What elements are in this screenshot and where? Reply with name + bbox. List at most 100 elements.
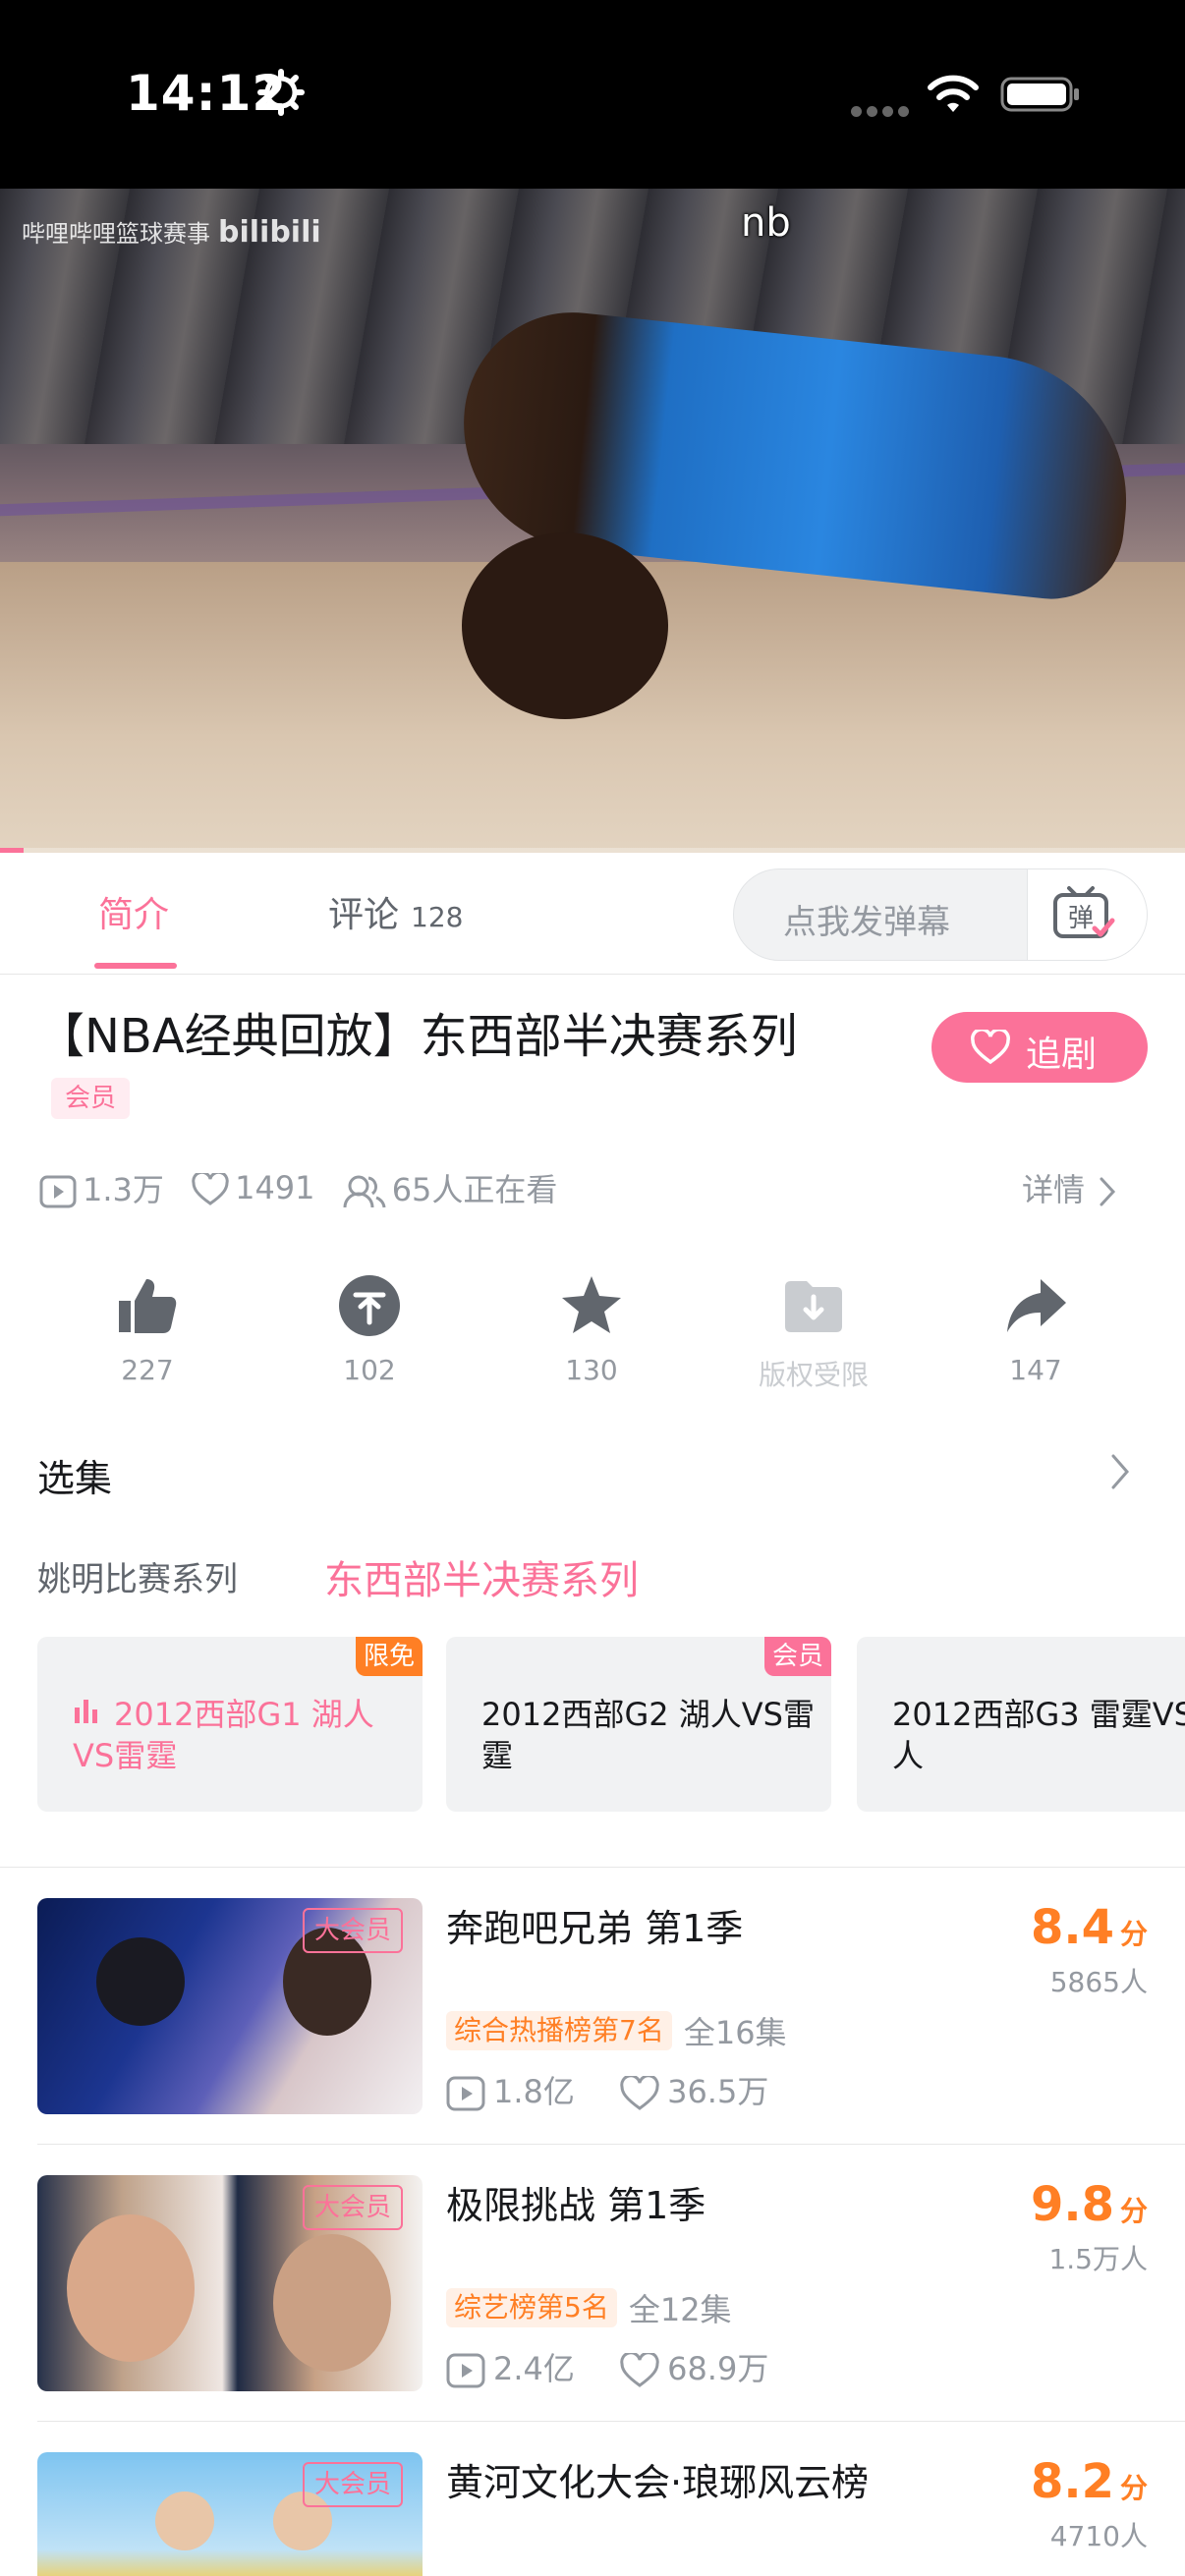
coin-button[interactable]: 102 bbox=[271, 1273, 468, 1386]
thumb-up-icon bbox=[119, 1279, 177, 1333]
like-button[interactable]: 227 bbox=[49, 1273, 246, 1386]
rating-score: 8.2 分 bbox=[1030, 2454, 1148, 2509]
video-title: 【NBA经典回放】东西部半决赛系列会员 bbox=[37, 1004, 843, 1134]
like-count: 68.9万 bbox=[620, 2344, 768, 2389]
vip-badge: 大会员 bbox=[302, 2185, 403, 2230]
follow-series-label: 追剧 bbox=[1026, 1035, 1098, 1075]
rank-row: 综艺榜第5名 全12集 bbox=[446, 2285, 732, 2330]
bilibili-logo: bilibili bbox=[218, 215, 321, 250]
chevron-right-icon bbox=[1100, 1177, 1116, 1206]
chevron-right-icon[interactable] bbox=[1110, 1452, 1130, 1491]
tab-active-indicator bbox=[94, 963, 177, 969]
follow-series-button[interactable]: 追剧 bbox=[931, 1012, 1148, 1083]
episode-label: 2012西部G2 湖人VS雷霆 bbox=[481, 1696, 815, 1774]
heart-outline-icon bbox=[620, 2351, 659, 2387]
download-icon bbox=[785, 1281, 842, 1332]
status-bar: 14:12 bbox=[0, 0, 1185, 189]
recommendation-thumbnail: 大会员 bbox=[37, 2452, 423, 2576]
details-link[interactable]: 详情 bbox=[1022, 1165, 1116, 1210]
view-count: 1.3万 bbox=[39, 1165, 164, 1210]
video-stats: 1.3万 1491 65人正在看 bbox=[39, 1165, 575, 1210]
gear-icon bbox=[257, 69, 305, 116]
danmaku-comment: nb bbox=[741, 200, 791, 246]
episode-label: 2012西部G1 湖人VS雷霆 bbox=[73, 1696, 374, 1774]
recommendation-meta: 1.8亿 36.5万 bbox=[446, 2067, 804, 2112]
battery-icon bbox=[1000, 77, 1079, 112]
vip-badge: 会员 bbox=[763, 1637, 831, 1676]
view-count: 1.8亿 bbox=[446, 2067, 575, 2112]
video-player[interactable]: 哔哩哔哩篮球赛事 bilibili nb bbox=[0, 189, 1185, 853]
share-icon bbox=[1007, 1279, 1066, 1332]
episode-count: 全12集 bbox=[628, 2291, 732, 2328]
thumbnail-figure bbox=[67, 2214, 195, 2362]
recommendation-thumbnail: 大会员 bbox=[37, 2175, 423, 2391]
list-divider bbox=[37, 2144, 1185, 2145]
thumbnail-figure bbox=[96, 1937, 185, 2026]
rating-count: 1.5万人 bbox=[1048, 2243, 1148, 2275]
cellular-icon bbox=[851, 102, 914, 121]
heart-outline-icon bbox=[192, 1170, 229, 1205]
star-icon bbox=[562, 1276, 621, 1333]
list-divider bbox=[37, 2421, 1185, 2422]
like-count: 36.5万 bbox=[620, 2067, 768, 2112]
vip-badge: 大会员 bbox=[302, 2462, 403, 2507]
vip-badge: 大会员 bbox=[302, 1908, 403, 1953]
rank-row: 综合热播榜第7名 全16集 bbox=[446, 2008, 787, 2053]
rank-tag: 综合热播榜第7名 bbox=[446, 2011, 672, 2050]
danmaku-input-placeholder: 点我发弹幕 bbox=[783, 903, 950, 942]
wifi-icon bbox=[928, 75, 979, 112]
tab-comments-count: 128 bbox=[411, 901, 464, 933]
play-count-icon bbox=[39, 1175, 77, 1208]
season-tab-yao-ming[interactable]: 姚明比赛系列 bbox=[37, 1552, 238, 1600]
episode-list: 限免 2012西部G1 湖人VS雷霆 会员 2012西部G2 湖人VS雷霆 会员… bbox=[37, 1637, 1185, 1812]
download-button[interactable]: 版权受限 bbox=[715, 1273, 912, 1393]
episode-card[interactable]: 会员 2012西部G2 湖人VS雷霆 bbox=[446, 1637, 831, 1812]
play-count-icon bbox=[446, 2076, 485, 2111]
tab-comments[interactable]: 评论 128 bbox=[328, 886, 463, 937]
episode-label: 2012西部G3 雷霆VS湖人 bbox=[892, 1696, 1185, 1774]
thumbnail-figure bbox=[155, 2492, 214, 2550]
episode-card[interactable]: 会员 2012西部G3 雷霆VS湖人 bbox=[857, 1637, 1185, 1812]
recommendation-item[interactable]: 大会员 黄河文化大会·琅琊风云榜 8.2 分 4710人 bbox=[37, 2452, 1148, 2576]
recommendation-item[interactable]: 大会员 奔跑吧兄弟 第1季 8.4 分 5865人 综合热播榜第7名 全16集 1.… bbox=[37, 1898, 1148, 2116]
like-count: 1491 bbox=[192, 1169, 315, 1206]
rank-tag: 综艺榜第5名 bbox=[446, 2288, 617, 2327]
free-badge: 限免 bbox=[355, 1637, 423, 1676]
rating-count: 5865人 bbox=[1049, 1966, 1148, 1998]
danmaku-icon: 弹 bbox=[1053, 886, 1115, 938]
tab-intro[interactable]: 简介 bbox=[98, 886, 169, 937]
danmaku-input[interactable]: 点我发弹幕 弹 bbox=[733, 868, 1148, 961]
recommendation-item[interactable]: 大会员 极限挑战 第1季 9.8 分 1.5万人 综艺榜第5名 全12集 2.4亿 … bbox=[37, 2175, 1148, 2393]
episode-card[interactable]: 限免 2012西部G1 湖人VS雷霆 bbox=[37, 1637, 423, 1812]
rating-score: 8.4 分 bbox=[1030, 1900, 1148, 1955]
section-divider bbox=[0, 1867, 1185, 1868]
video-title-text: 【NBA经典回放】东西部半决赛系列 bbox=[37, 1009, 798, 1064]
episodes-title: 选集 bbox=[37, 1457, 113, 1500]
recommendation-title: 奔跑吧兄弟 第1季 bbox=[446, 1907, 744, 1950]
recommendation-thumbnail: 大会员 bbox=[37, 1898, 423, 2114]
coin-icon bbox=[339, 1275, 400, 1336]
people-icon bbox=[343, 1175, 386, 1208]
playing-bars-icon bbox=[75, 1700, 97, 1723]
recommendation-title: 黄河文化大会·琅琊风云榜 bbox=[446, 2461, 870, 2504]
watching-count: 65人正在看 bbox=[343, 1165, 557, 1210]
favorite-button[interactable]: 130 bbox=[493, 1273, 690, 1386]
thumbnail-figure bbox=[273, 2234, 391, 2372]
episode-count: 全16集 bbox=[683, 2014, 787, 2051]
season-tab-semifinals[interactable]: 东西部半决赛系列 bbox=[324, 1548, 639, 1605]
recommendation-title: 极限挑战 第1季 bbox=[446, 2184, 706, 2227]
action-bar: 227 102 130 版权受限 147 bbox=[0, 1273, 1185, 1401]
vip-tag: 会员 bbox=[51, 1078, 131, 1119]
rating-score: 9.8 分 bbox=[1030, 2177, 1148, 2232]
heart-icon bbox=[971, 1030, 1010, 1065]
view-count: 2.4亿 bbox=[446, 2344, 575, 2389]
video-watermark: 哔哩哔哩篮球赛事 bilibili bbox=[22, 214, 321, 250]
play-count-icon bbox=[446, 2353, 485, 2388]
heart-outline-icon bbox=[620, 2074, 659, 2110]
share-button[interactable]: 147 bbox=[937, 1273, 1134, 1386]
danmaku-toggle-button[interactable]: 弹 bbox=[1027, 869, 1147, 960]
recommendation-meta: 2.4亿 68.9万 bbox=[446, 2344, 804, 2389]
rating-count: 4710人 bbox=[1049, 2520, 1148, 2552]
video-frame-player-head bbox=[462, 532, 668, 719]
video-watermark-channel: 哔哩哔哩篮球赛事 bbox=[22, 220, 210, 248]
